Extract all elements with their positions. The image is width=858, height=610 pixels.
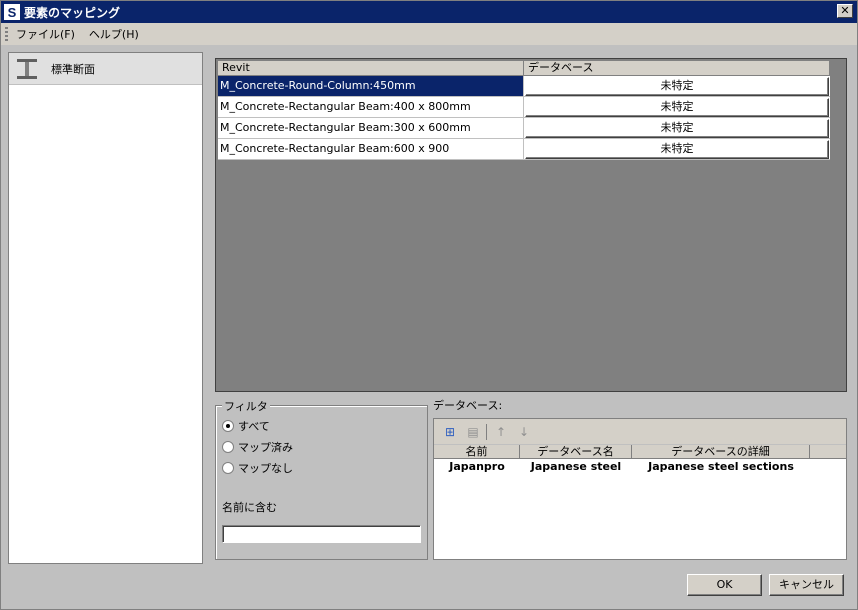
- filter-option-unmapped[interactable]: マップなし: [222, 460, 293, 476]
- menu-grip-icon: [5, 27, 8, 41]
- i-beam-icon: [17, 57, 37, 81]
- add-icon[interactable]: ⊞: [440, 423, 460, 441]
- row-name[interactable]: M_Concrete-Rectangular Beam:600 x 900: [218, 139, 524, 159]
- filter-option-all[interactable]: すべて: [222, 418, 270, 434]
- up-arrow-icon[interactable]: ↑: [491, 423, 511, 441]
- app-icon: S: [4, 4, 20, 20]
- category-label: 標準断面: [51, 62, 95, 76]
- category-item-standard-section[interactable]: 標準断面: [9, 53, 202, 85]
- database-label: データベース:: [433, 399, 503, 412]
- grid-row[interactable]: M_Concrete-Rectangular Beam:600 x 900 未特…: [218, 139, 830, 160]
- close-button[interactable]: ✕: [837, 4, 853, 18]
- db-row-name: Japanpro: [449, 460, 505, 473]
- row-mapping-button[interactable]: 未特定: [525, 140, 829, 159]
- filter-title: フィルタ: [222, 398, 270, 414]
- radio-button[interactable]: [222, 420, 234, 432]
- column-header-db-details[interactable]: データベースの詳細: [632, 445, 810, 459]
- menu-help[interactable]: ヘルプ(H): [89, 26, 139, 42]
- db-row-db-name: Japanese steel: [530, 460, 622, 473]
- database-list: ⊞ ▤ ↑ ↓ 名前 データベース名 データベースの詳細 Japanpro Ja…: [433, 418, 847, 560]
- radio-button[interactable]: [222, 462, 234, 474]
- mapping-dialog: S 要素のマッピング ✕ ファイル(F) ヘルプ(H) 標準断面 Revit デ…: [0, 0, 858, 610]
- grid-row[interactable]: M_Concrete-Rectangular Beam:400 x 800mm …: [218, 97, 830, 118]
- row-name[interactable]: M_Concrete-Rectangular Beam:300 x 600mm: [218, 118, 524, 138]
- row-mapping-button[interactable]: 未特定: [525, 98, 829, 117]
- category-list: 標準断面: [8, 52, 203, 564]
- database-header: 名前 データベース名 データベースの詳細: [434, 445, 846, 459]
- table-row[interactable]: Japanpro Japanese steel Japanese steel s…: [434, 459, 846, 475]
- row-mapping-button[interactable]: 未特定: [525, 119, 829, 138]
- name-contains-input[interactable]: [222, 525, 421, 543]
- column-header-db-name[interactable]: データベース名: [520, 445, 632, 459]
- ok-button[interactable]: OK: [687, 574, 762, 596]
- column-header-name[interactable]: 名前: [434, 445, 520, 459]
- name-contains-label: 名前に含む: [222, 501, 277, 514]
- grid-row[interactable]: M_Concrete-Round-Column:450mm 未特定: [218, 76, 830, 97]
- filter-option-mapped[interactable]: マップ済み: [222, 439, 293, 455]
- mapping-grid: Revit データベース M_Concrete-Round-Column:450…: [215, 58, 847, 392]
- column-header-revit[interactable]: Revit: [218, 61, 524, 76]
- remove-icon[interactable]: ▤: [463, 423, 483, 441]
- grid-row[interactable]: M_Concrete-Rectangular Beam:300 x 600mm …: [218, 118, 830, 139]
- menu-file[interactable]: ファイル(F): [16, 26, 75, 42]
- cancel-button[interactable]: キャンセル: [769, 574, 844, 596]
- title-bar[interactable]: S 要素のマッピング ✕: [1, 1, 857, 23]
- down-arrow-icon[interactable]: ↓: [514, 423, 534, 441]
- radio-label: すべて: [238, 420, 270, 433]
- menu-bar: ファイル(F) ヘルプ(H): [1, 23, 857, 45]
- row-name[interactable]: M_Concrete-Rectangular Beam:400 x 800mm: [218, 97, 524, 117]
- window-title: 要素のマッピング: [24, 5, 121, 20]
- row-name[interactable]: M_Concrete-Round-Column:450mm: [218, 76, 524, 96]
- radio-button[interactable]: [222, 441, 234, 453]
- row-mapping-button[interactable]: 未特定: [525, 77, 829, 96]
- radio-label: マップ済み: [238, 441, 293, 454]
- grid-header: Revit データベース: [218, 61, 830, 76]
- radio-label: マップなし: [238, 462, 293, 475]
- db-row-details: Japanese steel sections: [648, 460, 794, 473]
- filter-group: フィルタ すべて マップ済み マップなし 名前に含む: [215, 398, 428, 560]
- database-toolbar: ⊞ ▤ ↑ ↓: [434, 419, 846, 445]
- column-header-database[interactable]: データベース: [524, 61, 830, 76]
